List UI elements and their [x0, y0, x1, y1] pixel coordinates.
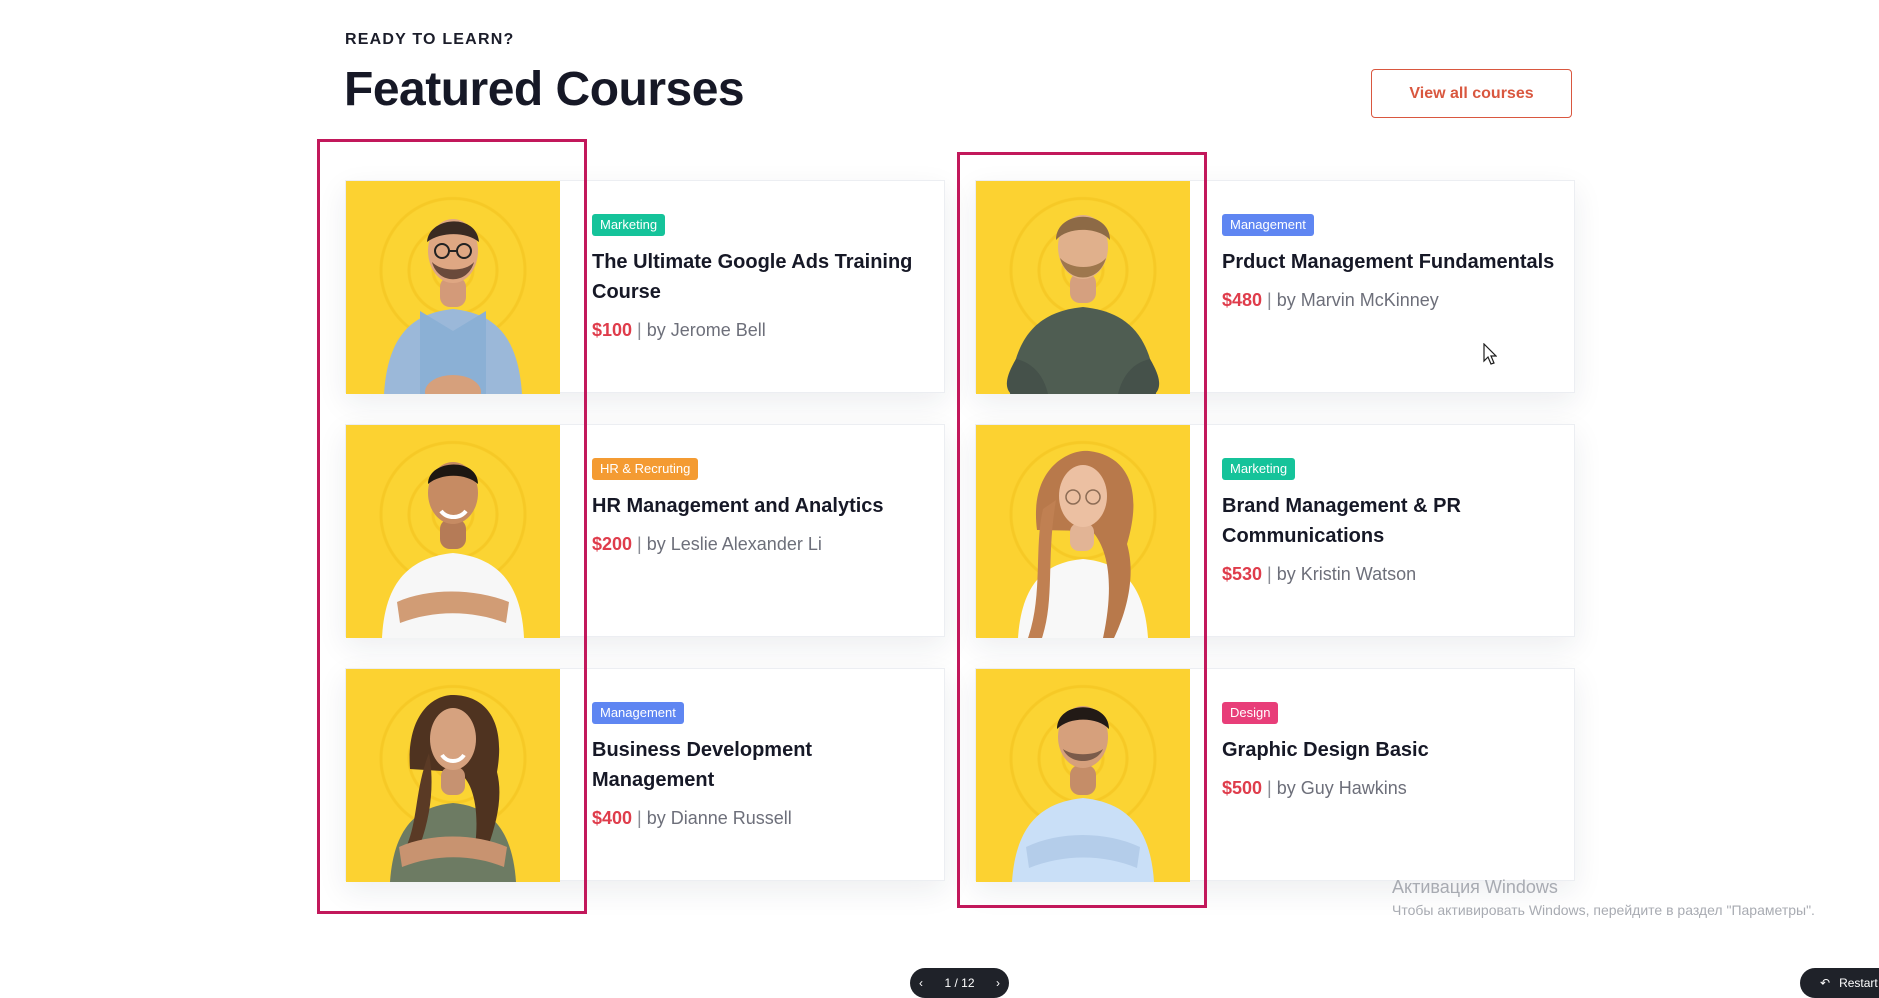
- course-price: $100: [592, 320, 633, 340]
- separator: |: [637, 808, 642, 828]
- player-pager: ‹ 1 / 12 ›: [910, 968, 1009, 998]
- eyebrow: READY TO LEARN?: [345, 31, 515, 48]
- windows-activation-watermark: Активация Windows Чтобы активировать Win…: [1392, 875, 1815, 921]
- course-author: by Jerome Bell: [646, 320, 766, 340]
- person-illustration: [1006, 215, 1160, 394]
- windows-activation-title: Активация Windows: [1392, 877, 1558, 897]
- course-price: $530: [1222, 564, 1263, 584]
- course-price: $500: [1222, 778, 1263, 798]
- person-illustration: [384, 219, 522, 394]
- course-author: by Dianne Russell: [646, 808, 792, 828]
- separator: |: [1267, 778, 1272, 798]
- separator: |: [1267, 290, 1272, 310]
- course-card[interactable]: Marketing The Ultimate Google Ads Traini…: [345, 180, 945, 394]
- next-page-icon[interactable]: ›: [996, 976, 1000, 990]
- course-title[interactable]: The Ultimate Google Ads Training Course: [592, 247, 926, 307]
- category-badge: Marketing: [1222, 458, 1296, 480]
- course-card[interactable]: HR & Recruting HR Management and Analyti…: [345, 424, 945, 638]
- course-author: by Guy Hawkins: [1276, 778, 1407, 798]
- course-price: $480: [1222, 290, 1263, 310]
- course-meta: $400 | by Dianne Russell: [592, 808, 926, 829]
- instructor-photo: [976, 181, 1190, 394]
- course-meta: $100 | by Jerome Bell: [592, 320, 926, 341]
- separator: |: [637, 534, 642, 554]
- restart-label: Restart: [1839, 976, 1878, 990]
- course-meta: $200 | by Leslie Alexander Li: [592, 534, 926, 555]
- previous-page-icon[interactable]: ‹: [919, 976, 923, 990]
- course-title[interactable]: Graphic Design Basic: [1222, 735, 1556, 765]
- view-all-courses-button[interactable]: View all courses: [1371, 69, 1572, 118]
- category-badge: Management: [1222, 214, 1314, 236]
- instructor-photo: [976, 669, 1190, 882]
- course-card[interactable]: Marketing Brand Management & PR Communic…: [975, 424, 1575, 638]
- category-badge: Design: [1222, 702, 1279, 724]
- course-card[interactable]: Design Graphic Design Basic $500 | by Guy …: [975, 668, 1575, 882]
- course-author: by Kristin Watson: [1276, 564, 1417, 584]
- windows-activation-subtitle: Чтобы активировать Windows, перейдите в …: [1392, 902, 1815, 918]
- category-badge: Management: [592, 702, 684, 724]
- course-price: $400: [592, 808, 633, 828]
- course-title[interactable]: Prduct Management Fundamentals: [1222, 247, 1556, 277]
- course-price: $200: [592, 534, 633, 554]
- person-illustration: [1018, 450, 1148, 638]
- restart-icon: ↶: [1820, 976, 1831, 990]
- instructor-photo: [976, 425, 1190, 638]
- category-badge: HR & Recruting: [592, 458, 699, 480]
- person-illustration: [1012, 706, 1154, 882]
- course-meta: $530 | by Kristin Watson: [1222, 564, 1556, 585]
- course-meta: $480 | by Marvin McKinney: [1222, 290, 1556, 311]
- page-indicator: 1 / 12: [944, 976, 975, 990]
- mouse-cursor-icon: [1483, 343, 1497, 365]
- course-author: by Leslie Alexander Li: [646, 534, 822, 554]
- separator: |: [637, 320, 642, 340]
- category-badge: Marketing: [592, 214, 666, 236]
- restart-button[interactable]: ↶ Restart: [1800, 968, 1879, 998]
- instructor-photo: [346, 181, 560, 394]
- course-card[interactable]: Management Business Development Manageme…: [345, 668, 945, 882]
- person-illustration: [390, 694, 516, 882]
- person-illustration: [382, 462, 524, 638]
- course-title[interactable]: Business Development Management: [592, 735, 926, 795]
- instructor-photo: [346, 425, 560, 638]
- instructor-photo: [346, 669, 560, 882]
- course-title[interactable]: Brand Management & PR Communications: [1222, 491, 1556, 551]
- course-title[interactable]: HR Management and Analytics: [592, 491, 926, 521]
- page-title: Featured Courses: [344, 63, 745, 116]
- separator: |: [1267, 564, 1272, 584]
- course-meta: $500 | by Guy Hawkins: [1222, 778, 1556, 799]
- course-author: by Marvin McKinney: [1276, 290, 1439, 310]
